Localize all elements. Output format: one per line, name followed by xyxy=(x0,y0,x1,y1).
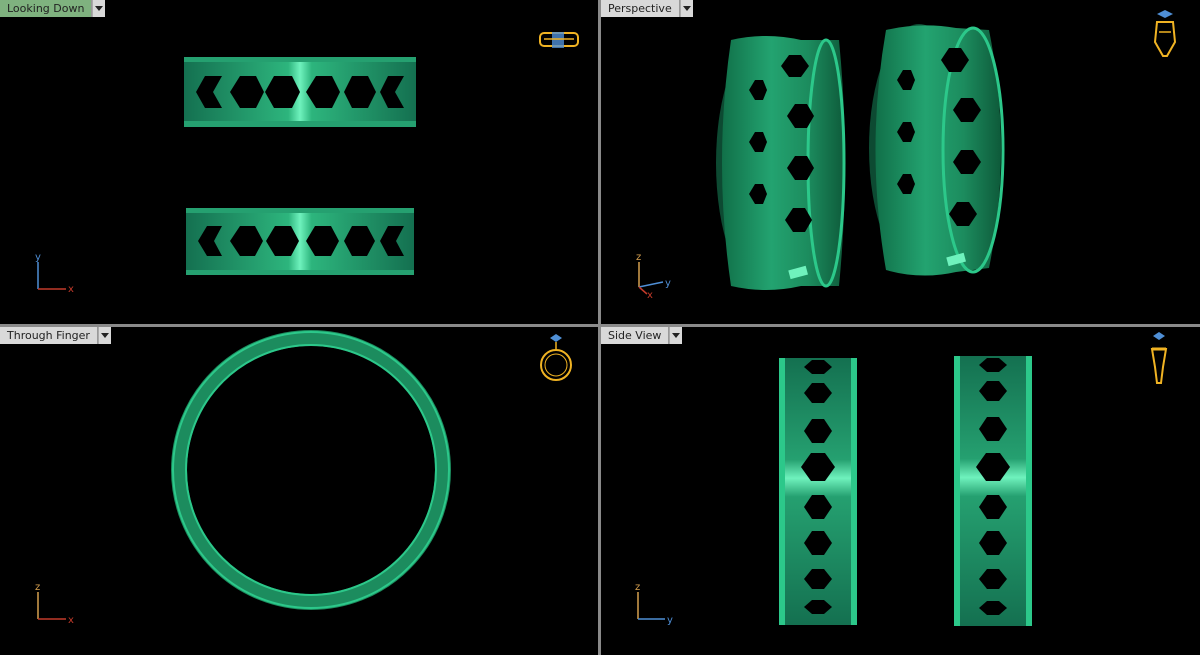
axis-triad: z x xyxy=(35,582,74,626)
ring-band-side-right xyxy=(954,356,1032,626)
ring-orientation-icon[interactable] xyxy=(1153,10,1177,57)
viewport-looking-down[interactable]: Looking Down y x xyxy=(0,0,598,324)
scene-perspective[interactable]: z y x xyxy=(601,0,1200,324)
scene-looking-down[interactable]: y x xyxy=(0,0,598,324)
axis-label-z: z xyxy=(636,252,641,263)
axis-label-z: z xyxy=(35,582,40,593)
ring-band-side-left xyxy=(779,358,857,625)
ring-orientation-icon[interactable] xyxy=(1150,332,1168,384)
axis-triad: y x xyxy=(35,252,74,295)
axis-label-x: x xyxy=(68,284,74,295)
axis-label-y: y xyxy=(35,252,41,263)
ring-front-outline xyxy=(171,330,451,610)
axis-label-z: z xyxy=(635,582,640,593)
ring-orientation-icon[interactable] xyxy=(540,334,572,381)
axis-triad: z y x xyxy=(636,252,671,301)
scene-side-view[interactable]: z y xyxy=(601,327,1200,655)
viewport-perspective[interactable]: Perspective z y x xyxy=(601,0,1200,324)
axis-label-x: x xyxy=(68,615,74,626)
axis-label-y: y xyxy=(665,278,671,289)
scene-through-finger[interactable]: z x xyxy=(0,327,598,655)
viewport-through-finger[interactable]: Through Finger z x xyxy=(0,327,598,655)
axis-label-y: y xyxy=(667,615,673,626)
ring-orientation-icon[interactable] xyxy=(539,32,579,48)
viewport-side-view[interactable]: Side View z y xyxy=(601,327,1200,655)
ring-band-top xyxy=(184,57,416,127)
axis-triad: z y xyxy=(635,582,673,626)
axis-label-x: x xyxy=(647,290,653,301)
ring-perspective-right xyxy=(869,24,1005,276)
ring-perspective-left xyxy=(716,36,846,290)
ring-band-bottom xyxy=(186,208,414,275)
